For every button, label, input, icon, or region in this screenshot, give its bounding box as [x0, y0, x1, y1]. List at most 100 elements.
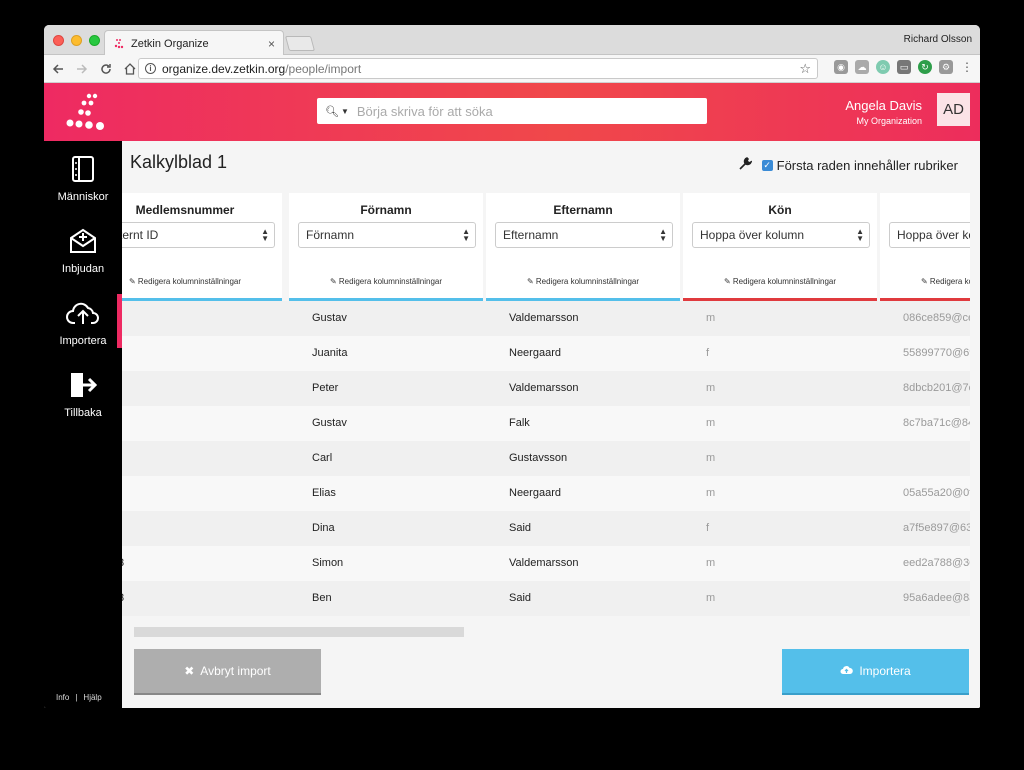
sidebar-item-manniskor[interactable]: Människor — [44, 151, 122, 203]
face-extension-icon[interactable]: ☺ — [876, 60, 890, 74]
settings-extension-icon[interactable]: ⚙ — [939, 60, 953, 74]
url-host: organize.dev.zetkin.org — [162, 61, 286, 76]
edit-column-settings-label: Redigera kolumninställningar — [338, 277, 443, 286]
new-tab-button[interactable] — [284, 36, 316, 51]
close-window-button[interactable] — [53, 35, 64, 46]
avatar[interactable]: AD — [937, 93, 970, 126]
table-cell-email: eed2a788@30cf — [903, 557, 970, 569]
column-type-value: Förnamn — [306, 228, 355, 242]
table-cell-last: Valdemarsson — [509, 312, 579, 324]
cloud-extension-icon[interactable]: ☁ — [855, 60, 869, 74]
menu-kebab-icon[interactable]: ⋮ — [960, 60, 974, 74]
column-title: E- — [880, 203, 970, 217]
table-row: Peter Valdemarsson m 8dbcb201@7e21 — [122, 371, 970, 406]
bookmark-star-icon[interactable]: ☆ — [799, 61, 811, 77]
table-cell-last: Gustavsson — [509, 452, 568, 464]
home-icon[interactable] — [120, 59, 140, 79]
cloud-upload-icon — [840, 664, 854, 678]
tab-close-icon[interactable]: × — [268, 37, 275, 51]
search-placeholder: Börja skriva för att söka — [356, 103, 493, 119]
sidebar-item-label: Importera — [59, 335, 107, 347]
edit-column-settings-link[interactable]: ✎ Redigera kolumninställningar — [289, 277, 483, 286]
table-cell-last: Valdemarsson — [509, 382, 579, 394]
zetkin-logo-icon[interactable] — [64, 91, 110, 133]
table-row: Elias Neergaard m 05a55a20@0fda — [122, 476, 970, 511]
window-controls — [53, 35, 100, 46]
sidebar-item-importera[interactable]: Importera — [44, 295, 122, 347]
import-panel: Kalkylblad 1 ✓ Första raden innehåller r… — [122, 141, 980, 708]
url-path: /people/import — [285, 61, 362, 76]
column-type-select[interactable]: Efternamn ▲ ▼ — [495, 222, 673, 248]
edit-column-settings-label: Redigera kolumninställningar — [929, 277, 970, 286]
table-cell-email: a7f5e897@63e8 — [903, 522, 970, 534]
table-row: Carl Gustavsson m — [122, 441, 970, 476]
wrench-icon[interactable] — [739, 157, 752, 173]
reload-icon[interactable] — [96, 59, 116, 79]
address-bar[interactable]: i organize.dev.zetkin.org/people/import … — [138, 58, 818, 79]
table-cell-first: Simon — [312, 557, 344, 569]
edit-column-settings-link[interactable]: ✎ Redigera kolumninställningar — [683, 277, 877, 286]
edit-column-settings-link[interactable]: ✎ Redigera kolumninställningar — [122, 277, 282, 286]
cancel-import-label: Avbryt import — [200, 664, 271, 678]
sidebar-item-inbjudan[interactable]: Inbjudan — [44, 223, 122, 275]
column-type-select[interactable]: Förnamn ▲ ▼ — [298, 222, 476, 248]
import-label: Importera — [859, 664, 911, 678]
table-cell-last: Said — [509, 592, 532, 604]
column-type-select[interactable]: Externt ID ▲▼ — [122, 222, 275, 248]
exit-icon — [63, 367, 103, 403]
column-type-select[interactable]: Hoppa över kolumn▲▼ — [889, 222, 970, 248]
people-list-icon — [63, 151, 103, 187]
table-cell-email: 55899770@69e — [903, 347, 970, 359]
table-cell-first: Juanita — [312, 347, 348, 359]
back-icon[interactable] — [48, 59, 68, 79]
table-cell-id: 3 — [122, 581, 298, 616]
column-type-select[interactable]: Hoppa över kolumn▲▼ — [692, 222, 870, 248]
table-cell-first: Gustav — [312, 417, 347, 429]
table-cell-first: Dina — [312, 522, 335, 534]
table-cell-id — [122, 371, 298, 406]
cancel-import-button[interactable]: ✖ Avbryt import — [134, 649, 321, 695]
table-cell-gender: f — [706, 522, 710, 534]
edit-column-settings-label: Redigera kolumninställningar — [732, 277, 837, 286]
sync-extension-icon[interactable]: ↻ — [918, 60, 932, 74]
column-type-value: Hoppa över kolumn — [897, 228, 970, 242]
search-scope-caret-icon[interactable]: ▼ — [341, 107, 349, 116]
tab-title: Zetkin Organize — [131, 37, 209, 50]
user-info[interactable]: Angela Davis My Organization — [845, 98, 922, 126]
table-cell-id — [122, 441, 298, 476]
search-icon: 🔍︎ — [325, 105, 339, 118]
camera-extension-icon[interactable]: ◉ — [834, 60, 848, 74]
header-row-label: Första raden innehåller rubriker — [776, 157, 958, 173]
zetkin-favicon-icon — [113, 38, 125, 50]
table-row: Gustav Falk m 8c7ba71c@84d0 — [122, 406, 970, 441]
table-cell-gender: m — [706, 312, 716, 324]
table-cell-gender: m — [706, 487, 716, 499]
table-cell-email: 8dbcb201@7e21 — [903, 382, 970, 394]
table-cell-first: Elias — [312, 487, 336, 499]
browser-tab[interactable]: Zetkin Organize × — [104, 30, 284, 56]
edit-column-settings-link[interactable]: ✎ Redigera kolumninställningar — [880, 277, 970, 286]
user-organization: My Organization — [856, 116, 922, 126]
sheet-title: Kalkylblad 1 — [130, 152, 228, 172]
table-cell-id — [122, 336, 298, 371]
edit-column-settings-link[interactable]: ✎ Redigera kolumninställningar — [486, 277, 680, 286]
cast-icon[interactable]: ▭ — [897, 60, 911, 74]
forward-icon[interactable] — [72, 59, 92, 79]
pencil-icon: ✎ — [526, 277, 536, 286]
table-cell-gender: m — [706, 452, 716, 464]
select-arrows-icon: ▲ ▼ — [659, 227, 667, 243]
column-type-value: Efternamn — [503, 228, 559, 242]
minimize-window-button[interactable] — [71, 35, 82, 46]
browser-profile-name[interactable]: Richard Olsson — [904, 34, 972, 45]
maximize-window-button[interactable] — [89, 35, 100, 46]
table-row: 3 Simon Valdemarsson m eed2a788@30cf — [122, 546, 970, 581]
header-row-checkbox[interactable]: ✓ — [761, 159, 773, 171]
import-button[interactable]: Importera — [782, 649, 969, 695]
help-link[interactable]: Hjälp — [83, 693, 101, 702]
info-icon[interactable]: i — [145, 63, 156, 74]
extension-icons: ◉ ☁ ☺ ▭ ↻ ⚙ ⋮ — [834, 60, 974, 74]
horizontal-scrollbar[interactable] — [134, 627, 464, 637]
search-input[interactable]: 🔍︎ ▼ Börja skriva för att söka — [317, 98, 707, 124]
info-link[interactable]: Info — [56, 693, 69, 702]
sidebar-item-tillbaka[interactable]: Tillbaka — [44, 367, 122, 419]
